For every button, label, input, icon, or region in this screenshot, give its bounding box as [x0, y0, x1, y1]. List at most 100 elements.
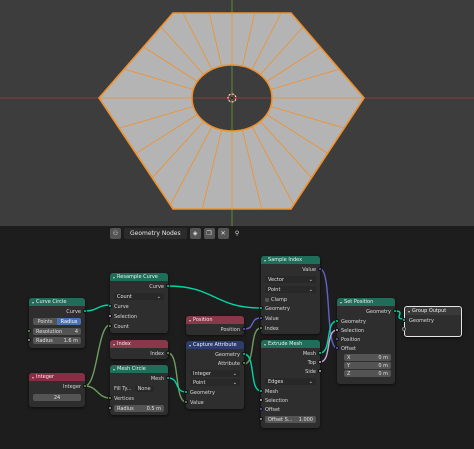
- input-socket[interactable]: [259, 398, 263, 402]
- viewport-canvas[interactable]: [0, 0, 474, 226]
- fill-type-row[interactable]: Fill Ty... None: [114, 385, 154, 392]
- input-socket[interactable]: [259, 417, 263, 421]
- socket-label: Selection: [341, 327, 365, 334]
- node-title: Curve Circle: [36, 299, 67, 305]
- input-socket[interactable]: [184, 390, 188, 394]
- chevron-down-icon: ⌄: [308, 286, 313, 293]
- radius-field[interactable]: Radius 0.5 m: [114, 405, 164, 412]
- copy-icon[interactable]: ❐: [203, 227, 215, 239]
- offset-y-field[interactable]: Y0 m: [344, 362, 391, 369]
- input-socket[interactable]: [259, 389, 263, 393]
- integer-value-field[interactable]: 24: [33, 394, 81, 401]
- node-group-output[interactable]: ▾ Group Output Geometry: [402, 306, 462, 337]
- link-capture-to-extrude: [243, 353, 262, 392]
- input-socket[interactable]: [108, 406, 112, 410]
- geometry-node-editor[interactable]: ⚇ Geometry Nodes ◈ ❐ ✕ ⚲ ▾ Curve Circle C…: [0, 226, 474, 449]
- node-title: Set Position: [344, 299, 374, 305]
- output-socket[interactable]: [242, 361, 246, 365]
- pin-icon[interactable]: ⚲: [232, 228, 243, 239]
- socket-label: Value: [190, 399, 204, 406]
- node-curve-circle[interactable]: ▾ Curve Circle Curve Points Radius Resolu…: [27, 298, 87, 348]
- input-socket[interactable]: [259, 326, 263, 330]
- node-capture-attribute[interactable]: ▾ Capture Attribute Geometry Attribute In…: [184, 341, 246, 409]
- mode-dropdown[interactable]: Edges ⌄: [265, 378, 316, 385]
- clamp-checkbox[interactable]: Clamp: [265, 296, 287, 303]
- socket-label: Position: [220, 326, 240, 333]
- input-socket[interactable]: [335, 337, 339, 341]
- input-socket[interactable]: [259, 316, 263, 320]
- data-type-dropdown[interactable]: Vector ⌄: [265, 276, 316, 283]
- input-socket[interactable]: [108, 324, 112, 328]
- chevron-down-icon: ⌄: [232, 370, 237, 377]
- node-integer[interactable]: ▾ Integer Integer 24: [29, 373, 87, 407]
- node-resample-curve[interactable]: ▾ Resample Curve Curve Count ⌄ Curve Selec…: [108, 273, 170, 333]
- mode-dropdown[interactable]: Count ⌄: [114, 293, 164, 300]
- output-socket[interactable]: [166, 351, 170, 355]
- input-socket[interactable]: [335, 319, 339, 323]
- shield-icon[interactable]: ◈: [189, 227, 201, 239]
- input-socket[interactable]: [108, 304, 112, 308]
- node-group-name[interactable]: Geometry Nodes: [124, 227, 187, 239]
- offset-scale-field[interactable]: Offset S... 1.000: [265, 416, 316, 423]
- node-position[interactable]: ▾ Position Position: [186, 316, 246, 335]
- socket-label: Attribute: [217, 360, 240, 367]
- offset-x-field[interactable]: X0 m: [344, 354, 391, 361]
- data-type-dropdown[interactable]: Integer ⌄: [190, 370, 240, 377]
- output-socket[interactable]: [83, 384, 87, 388]
- socket-label: Side: [305, 368, 316, 375]
- node-index[interactable]: ▾ Index Index: [110, 340, 170, 359]
- mode-toggle[interactable]: Points Radius: [33, 318, 81, 325]
- socket-label: Mesh: [150, 375, 164, 382]
- input-socket[interactable]: [402, 318, 406, 322]
- input-socket[interactable]: [27, 338, 31, 342]
- socket-label: Mesh: [302, 350, 316, 357]
- socket-label: Curve: [66, 308, 81, 315]
- node-mesh-circle[interactable]: ▾ Mesh Circle Mesh Fill Ty... None Vertice…: [108, 365, 170, 415]
- domain-dropdown[interactable]: Point ⌄: [265, 286, 316, 293]
- close-icon[interactable]: ✕: [217, 227, 229, 239]
- socket-label: Geometry: [409, 317, 434, 324]
- link-sample-value-to-position: [319, 268, 338, 349]
- socket-label: Geometry: [341, 318, 366, 325]
- empty-socket[interactable]: [402, 327, 406, 331]
- output-socket[interactable]: [318, 360, 322, 364]
- radius-field[interactable]: Radius 1.6 m: [33, 337, 81, 344]
- resolution-field[interactable]: Resolution 4: [33, 328, 81, 335]
- output-socket[interactable]: [242, 327, 246, 331]
- link-index-to-capture-value: [167, 352, 187, 403]
- socket-label: Count: [114, 323, 129, 330]
- socket-label: Geometry: [265, 305, 290, 312]
- input-socket[interactable]: [184, 400, 188, 404]
- output-socket[interactable]: [393, 309, 397, 313]
- node-sample-index[interactable]: ▾ Sample Index Value Vector ⌄ Point ⌄ Clamp…: [259, 256, 322, 334]
- node-extrude-mesh[interactable]: ▾ Extrude Mesh Mesh Top Side Edges ⌄ Mesh …: [259, 340, 322, 428]
- output-socket[interactable]: [318, 267, 322, 271]
- mode-radius-option[interactable]: Radius: [57, 318, 81, 325]
- output-socket[interactable]: [166, 284, 170, 288]
- socket-label: Geometry: [215, 351, 240, 358]
- input-socket[interactable]: [108, 314, 112, 318]
- mode-points-option[interactable]: Points: [33, 318, 57, 325]
- node-title: Resample Curve: [117, 274, 158, 280]
- input-socket[interactable]: [259, 407, 263, 411]
- socket-label: Curve: [149, 283, 164, 290]
- node-tree-icon[interactable]: ⚇: [110, 227, 121, 239]
- input-socket[interactable]: [335, 328, 339, 332]
- node-title: Integer: [36, 374, 55, 380]
- node-set-position[interactable]: ▾ Set Position Geometry Geometry Selectio…: [335, 298, 397, 384]
- link-integer-to-resample-count: [84, 324, 111, 387]
- socket-label: Value: [265, 315, 279, 322]
- input-socket[interactable]: [259, 306, 263, 310]
- offset-z-field[interactable]: Z0 m: [344, 370, 391, 377]
- output-socket[interactable]: [318, 369, 322, 373]
- output-socket[interactable]: [318, 351, 322, 355]
- input-socket[interactable]: [27, 329, 31, 333]
- domain-dropdown[interactable]: Point ⌄: [190, 379, 240, 386]
- 3d-viewport[interactable]: [0, 0, 474, 226]
- output-socket[interactable]: [166, 376, 170, 380]
- output-socket[interactable]: [242, 352, 246, 356]
- input-socket[interactable]: [108, 396, 112, 400]
- node-title: Position: [193, 317, 213, 323]
- output-socket[interactable]: [83, 309, 87, 313]
- input-socket[interactable]: [335, 346, 339, 350]
